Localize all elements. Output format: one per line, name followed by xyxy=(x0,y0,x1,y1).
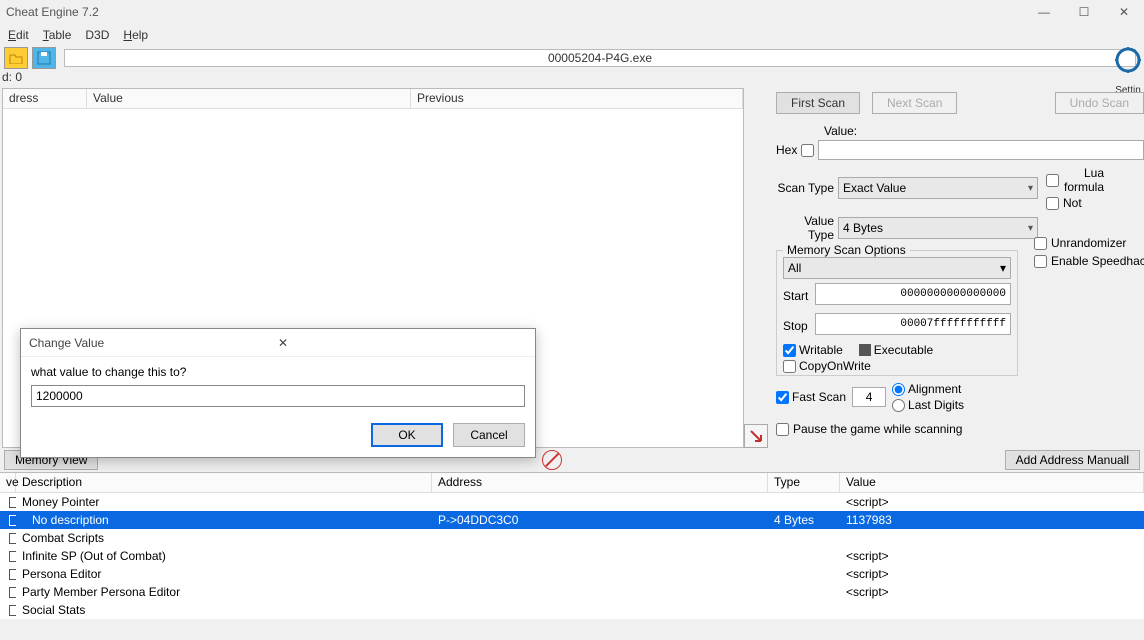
col-description[interactable]: Description xyxy=(16,473,432,492)
row-description: Persona Editor xyxy=(16,567,432,581)
minimize-button[interactable]: — xyxy=(1024,0,1064,24)
copyonwrite-checkbox[interactable] xyxy=(783,360,796,373)
row-active-checkbox[interactable] xyxy=(9,533,16,544)
save-icon[interactable] xyxy=(32,47,56,69)
add-address-manually-button[interactable]: Add Address Manuall xyxy=(1005,450,1140,470)
change-value-dialog: Change Value ✕ what value to change this… xyxy=(20,328,536,458)
table-row[interactable]: No descriptionP->04DDC3C04 Bytes1137983 xyxy=(0,511,1144,529)
dialog-cancel-button[interactable]: Cancel xyxy=(453,423,525,447)
pause-label: Pause the game while scanning xyxy=(793,422,962,436)
first-scan-button[interactable]: First Scan xyxy=(776,92,860,114)
table-row[interactable]: Party Member Persona Editor <script> xyxy=(0,583,1144,601)
menu-d3d[interactable]: D3D xyxy=(85,28,109,42)
close-button[interactable]: ✕ xyxy=(1104,0,1144,24)
start-input[interactable] xyxy=(815,283,1011,305)
row-active-checkbox[interactable] xyxy=(9,587,16,598)
row-description: Money Pointer xyxy=(16,495,432,509)
titlebar: Cheat Engine 7.2 — ☐ ✕ xyxy=(0,0,1144,24)
pause-checkbox[interactable] xyxy=(776,423,789,436)
row-description: Infinite SP (Out of Combat) xyxy=(16,549,432,563)
address-list: ve Description Address Type Value Money … xyxy=(0,472,1144,619)
row-active-checkbox[interactable] xyxy=(9,551,16,562)
table-row[interactable]: Money Pointer <script> xyxy=(0,493,1144,511)
alignment-radio[interactable] xyxy=(892,383,905,396)
col-value[interactable]: Value xyxy=(87,89,411,108)
dialog-value-input[interactable] xyxy=(31,385,525,407)
row-active-checkbox[interactable] xyxy=(9,605,16,616)
row-value: <script> xyxy=(840,495,1144,509)
chevron-down-icon: ▾ xyxy=(1028,183,1033,194)
scan-type-select[interactable]: Exact Value ▾ xyxy=(838,177,1038,199)
right-options: Unrandomizer Enable Speedhac xyxy=(1034,236,1144,268)
menu-help[interactable]: Help xyxy=(123,28,148,42)
memopt-title: Memory Scan Options xyxy=(783,243,910,257)
row-description: Party Member Persona Editor xyxy=(16,585,432,599)
col-address[interactable]: dress xyxy=(3,89,87,108)
col-type[interactable]: Type xyxy=(768,473,840,492)
table-row[interactable]: Social Stats xyxy=(0,601,1144,619)
lastdigits-radio[interactable] xyxy=(892,399,905,412)
value-type-select[interactable]: 4 Bytes ▾ xyxy=(838,217,1038,239)
fastscan-value-input[interactable] xyxy=(852,387,886,407)
stop-label: Stop xyxy=(783,319,809,333)
next-scan-button[interactable]: Next Scan xyxy=(872,92,957,114)
dialog-title: Change Value xyxy=(29,336,278,350)
toolbar: 00005204-P4G.exe xyxy=(0,46,1144,70)
maximize-button[interactable]: ☐ xyxy=(1064,0,1104,24)
executable-checkbox[interactable] xyxy=(859,344,871,356)
add-to-list-button[interactable] xyxy=(744,424,768,448)
hex-label: Hex xyxy=(776,143,797,157)
row-active-checkbox[interactable] xyxy=(9,569,16,580)
col-val[interactable]: Value xyxy=(840,473,1144,492)
stop-input[interactable] xyxy=(815,313,1011,335)
row-value: <script> xyxy=(840,567,1144,581)
row-active-checkbox[interactable] xyxy=(9,515,16,526)
value-type-label: Value Type xyxy=(776,214,834,242)
dialog-ok-button[interactable]: OK xyxy=(371,423,443,447)
found-count: d: 0 xyxy=(0,70,1144,88)
value-label: Value: xyxy=(824,124,1144,138)
row-active-checkbox[interactable] xyxy=(9,497,16,508)
row-description: No description xyxy=(16,513,432,527)
table-row[interactable]: Infinite SP (Out of Combat) <script> xyxy=(0,547,1144,565)
lua-formula-checkbox[interactable] xyxy=(1046,174,1059,187)
window-title: Cheat Engine 7.2 xyxy=(6,5,1024,19)
row-value: 1137983 xyxy=(840,513,1144,527)
row-address: P->04DDC3C0 xyxy=(432,513,768,527)
dialog-prompt: what value to change this to? xyxy=(31,365,525,379)
menu-edit[interactable]: Edit xyxy=(8,28,29,42)
scan-value-input[interactable] xyxy=(818,140,1144,160)
table-row[interactable]: Persona Editor <script> xyxy=(0,565,1144,583)
table-row[interactable]: Combat Scripts xyxy=(0,529,1144,547)
hex-checkbox[interactable] xyxy=(801,144,814,157)
writable-checkbox[interactable] xyxy=(783,344,796,357)
process-title: 00005204-P4G.exe xyxy=(548,51,652,65)
open-icon[interactable] xyxy=(4,47,28,69)
memory-region-select[interactable]: All ▾ xyxy=(783,257,1011,279)
no-entry-icon[interactable] xyxy=(542,450,562,470)
unrandomizer-checkbox[interactable] xyxy=(1034,237,1047,250)
fastscan-checkbox[interactable] xyxy=(776,391,789,404)
undo-scan-button[interactable]: Undo Scan xyxy=(1055,92,1144,114)
chevron-down-icon: ▾ xyxy=(1000,261,1006,275)
col-previous[interactable]: Previous xyxy=(411,89,743,108)
col-active[interactable]: ve xyxy=(0,473,16,492)
dialog-close-button[interactable]: ✕ xyxy=(278,336,527,350)
menu-table[interactable]: Table xyxy=(43,28,72,42)
row-type: 4 Bytes xyxy=(768,513,840,527)
col-addr[interactable]: Address xyxy=(432,473,768,492)
row-value: <script> xyxy=(840,585,1144,599)
row-description: Combat Scripts xyxy=(16,531,432,545)
menubar: Edit Table D3D Help xyxy=(0,24,1144,46)
chevron-down-icon: ▾ xyxy=(1028,223,1033,234)
row-description: Social Stats xyxy=(16,603,432,617)
speedhack-checkbox[interactable] xyxy=(1034,255,1047,268)
row-value: <script> xyxy=(840,549,1144,563)
start-label: Start xyxy=(783,289,809,303)
not-checkbox[interactable] xyxy=(1046,197,1059,210)
process-bar[interactable]: 00005204-P4G.exe xyxy=(64,49,1136,67)
memory-scan-options: Memory Scan Options All ▾ Start Stop Wri… xyxy=(776,250,1018,376)
scan-type-label: Scan Type xyxy=(776,181,834,195)
